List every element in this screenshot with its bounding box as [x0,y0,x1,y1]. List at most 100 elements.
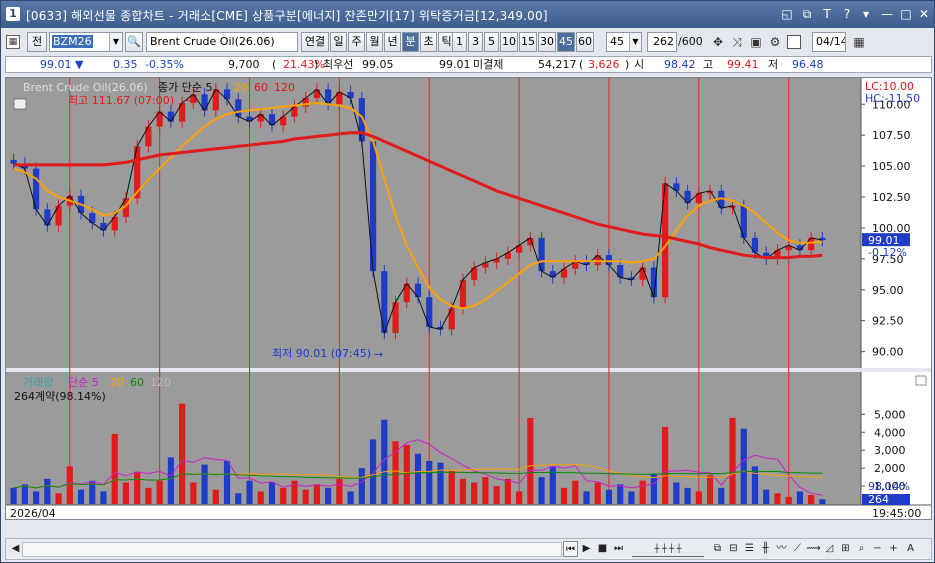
interval-button-45[interactable]: 45 [557,32,575,52]
legend-ma60: 60 [254,81,268,94]
chart-scrollbar[interactable] [22,542,562,557]
pin-icon[interactable]: ▾ [858,6,874,22]
high-price: 99.41 [727,58,759,71]
scroll-left-icon[interactable]: ◀ [8,541,23,557]
minimize-icon[interactable]: — [879,6,895,22]
interval-button-30[interactable]: 30 [538,32,556,52]
save-icon[interactable]: ▣ [747,32,765,52]
calendar-icon[interactable]: ▦ [850,32,868,52]
volume-legend-ma20: 20 [110,376,124,389]
date-input[interactable]: 04/14 [812,32,846,52]
volume-bar [347,491,354,504]
current-pct-tag: -0.12% [868,246,907,259]
volume-bar [66,466,73,504]
chart-scrollbar-bar: ◀ ⏮ ▶ ■ ⏭ ┼ ┼ ┼ ┼ ⧉ ⊟ ☰ ╫ 〰 ⟋ ⟿ ◿ ⊞ ⌕ − … [5,538,932,560]
chart-window: 1 [0633] 해외선물 종합차트 - 거래소[CME] 상품구분[에너지] … [0,0,935,563]
volume-bar [369,439,377,504]
volume-bar [695,491,702,504]
chevron-down-icon[interactable]: ▼ [109,33,122,51]
price-tick-label: 107.50 [872,129,911,142]
split-icon[interactable]: ⊟ [726,541,741,557]
code-prefix-button[interactable]: 전 [27,32,47,52]
volume-bar [482,477,489,504]
date-checkbox[interactable] [787,35,801,49]
quote-bar: 99.01 ▼ 0.35 -0.35% 9,700 ( 21.43% ) 최우선… [5,56,932,73]
period-button-4[interactable]: 년 [384,32,401,52]
volume-bar [223,460,231,504]
period-button-5[interactable]: 분 [402,32,419,52]
interval-button-60[interactable]: 60 [576,32,594,52]
legend-ma120: 120 [274,81,295,94]
interval-button-10[interactable]: 10 [500,32,518,52]
volume-bar [190,482,197,504]
volume-legend-ma60: 60 [130,376,144,389]
list-icon[interactable]: ☰ [742,541,757,557]
volume-bar [403,444,410,504]
volume-bar [808,495,815,504]
stop-icon[interactable]: ■ [595,541,610,557]
high-annotation-arrow-icon: → [185,94,194,107]
period-button-2[interactable]: 주 [348,32,365,52]
zoom-search-icon[interactable]: ⌕ [854,541,869,557]
candle-body [10,159,17,164]
zoom-out-icon[interactable]: − [870,541,885,557]
price-change-pct: -0.35% [145,58,184,71]
chevron-down-icon[interactable]: ▼ [629,33,641,51]
volume-bar [617,484,624,504]
zoom-slider[interactable]: ┼ ┼ ┼ ┼ [632,541,704,557]
interval-button-15[interactable]: 15 [519,32,537,52]
period-button-0[interactable]: 연결 [301,32,329,52]
window-copy-icon[interactable]: ⧉ [799,6,815,22]
price-tick-label: 92.50 [872,315,904,328]
interval-select[interactable]: 45 ▼ [606,32,642,52]
indicator-icon[interactable]: ✥ [709,32,727,52]
high-label: 고 [703,58,714,71]
interval-button-1[interactable]: 1 [452,32,467,52]
window-link-icon[interactable]: ◱ [779,6,795,22]
volume-bar [718,487,725,504]
compare-icon[interactable]: ⟿ [806,541,821,557]
period-button-1[interactable]: 일 [330,32,347,52]
overlay-icon[interactable]: ◿ [822,541,837,557]
bar-type-icon[interactable]: ╫ [758,541,773,557]
play-icon[interactable]: ▶ [579,541,594,557]
open-label: 시 [634,58,645,71]
volume-bar [796,491,804,504]
volume-bar [493,486,500,504]
draw-icon[interactable]: ⟋ [790,541,805,557]
volume-bar [111,434,118,504]
grid-toggle-icon[interactable]: ▦ [6,35,20,49]
panel-settings-icon[interactable] [13,98,27,110]
period-button-3[interactable]: 월 [366,32,383,52]
font-icon[interactable]: A [903,541,918,557]
interval-button-5[interactable]: 5 [484,32,499,52]
settings-gear-icon[interactable]: ⚙ [766,32,784,52]
volume-bar [594,482,601,504]
layout-icon[interactable]: ⧉ [710,541,725,557]
volume-legend-name: 거래량 [23,376,53,389]
contract-label: 264계약(98.14%) [14,389,106,403]
open-interest-change: 3,626 [588,58,620,71]
export-icon[interactable]: ⊞ [838,541,853,557]
font-size-icon[interactable]: T [819,6,835,22]
candlestick-chart[interactable]: 110.00107.50105.00102.50100.0097.5095.00… [6,78,932,520]
count-input[interactable]: 262 [647,32,677,52]
search-icon[interactable]: 🔍 [125,32,143,52]
close-icon[interactable]: ✕ [916,6,932,22]
volume-panel-close-icon[interactable] [915,375,927,386]
period-button-6[interactable]: 초 [420,32,437,52]
volume-bar [459,478,467,504]
open-interest: 54,217 [538,58,577,71]
code-input[interactable]: BZM26 ▼ [49,32,123,52]
volume-bar [763,489,770,504]
scroll-to-end-icon[interactable]: ⏭ [611,541,626,557]
line-type-icon[interactable]: 〰 [774,541,789,557]
chart-area[interactable]: 110.00 107.50 105.00 102.50 100.00 97.50 95.00… [5,77,932,520]
current-price: 99.01 [40,58,72,71]
interval-button-3[interactable]: 3 [468,32,483,52]
zoom-in-icon[interactable]: + [886,541,901,557]
scroll-to-start-icon[interactable]: ⏮ [563,541,578,557]
help-icon[interactable]: ? [839,6,855,22]
maximize-icon[interactable]: □ [898,6,914,22]
trend-tool-icon[interactable]: ⤨ [728,32,746,52]
